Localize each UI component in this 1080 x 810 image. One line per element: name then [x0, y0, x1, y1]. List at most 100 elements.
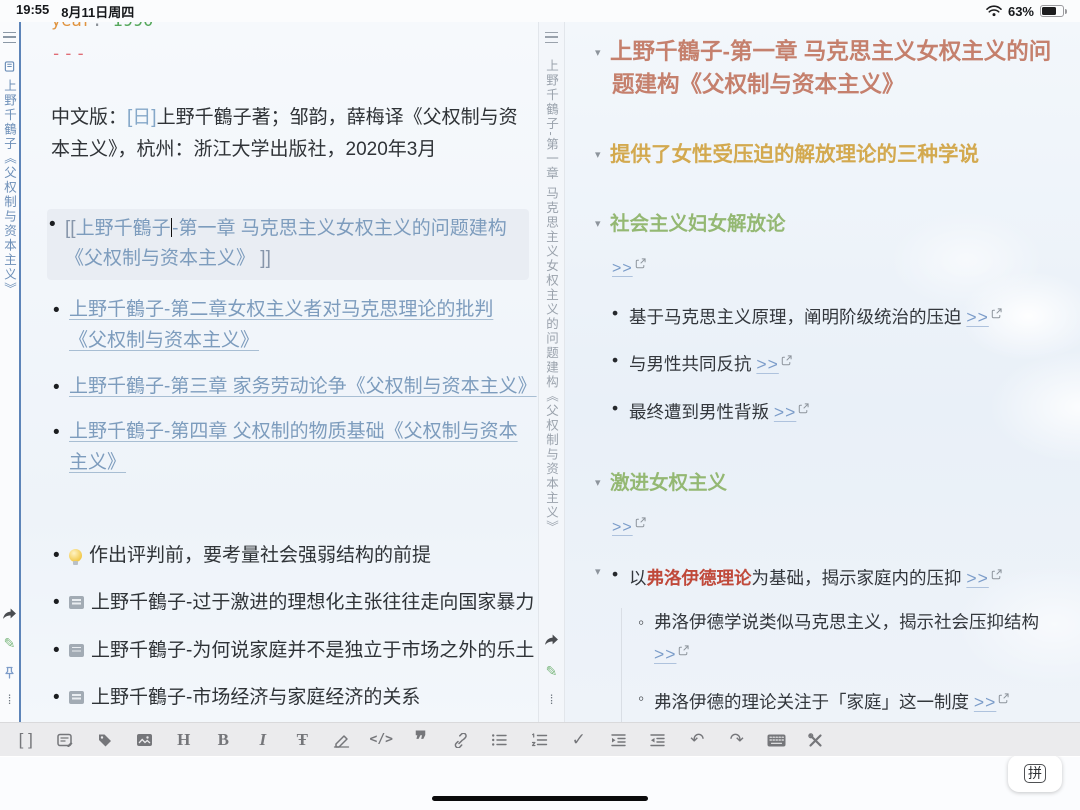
date: 8月11日周四: [61, 4, 135, 20]
menu-icon[interactable]: [3, 32, 16, 43]
external-link-icon: [678, 640, 690, 660]
ipad-screen: 19:55 8月11日周四 63% 上野千鶴子《父权制与资本主义》 ✎ ⁞ --…: [0, 0, 1080, 810]
numbered-list-button[interactable]: [520, 723, 560, 757]
more-options-icon[interactable]: ⁞: [550, 693, 554, 706]
collapse-icon[interactable]: ▾: [595, 476, 610, 489]
block-ref-link[interactable]: >>: [966, 307, 988, 327]
italic-button[interactable]: I: [243, 723, 283, 757]
share-icon[interactable]: [544, 634, 559, 646]
more-options-icon[interactable]: ⁞: [8, 693, 12, 706]
menu-icon[interactable]: [545, 32, 558, 43]
collapse-icon[interactable]: ▾: [595, 564, 610, 581]
right-note-rail: 上野千鶴子-第一章 马克思主义女权主义的问题建构《父权制与资本主义》 ✎ ⁞: [538, 22, 565, 722]
image-button[interactable]: [125, 723, 165, 757]
block-ref-link[interactable]: >>: [966, 568, 988, 588]
note-doc-icon: [69, 596, 84, 610]
left-note-title[interactable]: 上野千鶴子《父权制与资本主义》: [0, 79, 19, 297]
link-button[interactable]: [441, 723, 481, 757]
note-link[interactable]: 作出评判前，要考量社会强弱结构的前提: [89, 545, 431, 566]
block-ref-line: >>: [612, 256, 1062, 278]
chapter-link[interactable]: 上野千鶴子-第四章 父权制的物质基础《父权制与资本主义》: [69, 421, 518, 473]
pinyin-glyph: 拼: [1024, 764, 1046, 783]
outline-h3-radical: ▾ 激进女权主义: [595, 471, 728, 494]
external-link-icon: [998, 688, 1009, 708]
redo-button[interactable]: ↷: [717, 723, 757, 757]
bulb-icon: [69, 548, 82, 565]
external-link-icon: [781, 350, 792, 370]
pinyin-keyboard-button[interactable]: 拼: [1008, 755, 1062, 792]
left-note-rail: 上野千鶴子《父权制与资本主义》 ✎ ⁞: [0, 22, 21, 722]
book-citation: 中文版：[日]上野千鶴子著；邹韵，薛梅译《父权制与资本主义》，杭州：浙江大学出版…: [51, 107, 518, 161]
block-ref-link[interactable]: >>: [654, 644, 676, 664]
note-item: 上野千鶴子-过于激进的理想化主张往往走向国家暴力: [51, 588, 538, 619]
outdent-button[interactable]: [638, 723, 678, 757]
markdown-toolbar: [ ] H B I Ŧ </> ❞ ✓ ↶ ↷: [0, 722, 1080, 756]
strikethrough-button[interactable]: Ŧ: [283, 723, 323, 757]
tag-button[interactable]: [85, 723, 125, 757]
country-tag: [日]: [127, 107, 157, 128]
outline-bullets: 基于马克思主义原理，阐明阶级统治的压迫 >> 与男性共同反抗 >> 最终遭到男性…: [612, 300, 1062, 425]
collapse-icon[interactable]: ▾: [595, 148, 610, 161]
keyboard-button[interactable]: [757, 723, 797, 757]
edit-pencil-icon[interactable]: ✎: [4, 636, 16, 650]
external-link-icon: [798, 398, 809, 418]
outline-bullet-freud: ▾以弗洛伊德理论为基础，揭示家庭内的压抑 >>: [595, 561, 1062, 592]
right-note-title[interactable]: 上野千鶴子-第一章 马克思主义女权主义的问题建构《父权制与资本主义》: [542, 59, 561, 529]
block-ref-link[interactable]: >>: [774, 402, 796, 422]
chapter-item: 上野千鶴子-第二章女权主义者对马克思理论的批判《父权制与资本主义》: [51, 295, 529, 357]
undo-button[interactable]: ↶: [678, 723, 718, 757]
highlighter-button[interactable]: [322, 723, 362, 757]
bottom-bar: 拼: [0, 755, 1080, 810]
note-doc-icon: [69, 691, 84, 705]
clock: 19:55: [16, 1, 50, 17]
collapse-icon[interactable]: ▾: [595, 46, 610, 62]
external-link-icon: [991, 564, 1002, 584]
share-icon[interactable]: [2, 608, 17, 620]
related-note-list: 作出评判前，要考量社会强弱结构的前提 上野千鶴子-过于激进的理想化主张往往走向国…: [51, 541, 538, 722]
book-icon: [4, 59, 15, 77]
note-doc-icon: [69, 643, 84, 657]
block-ref-link[interactable]: >>: [974, 692, 996, 712]
outline-h1: ▾ 上野千鶴子-第一章 马克思主义女权主义的问题建构《父权制与资本主义》: [595, 39, 1052, 97]
status-bar: 19:55 8月11日周四 63%: [0, 0, 1080, 22]
frontmatter-year: year: 1990: [51, 22, 516, 31]
outline-bullet: 基于马克思主义原理，阐明阶级统治的压迫 >>: [612, 300, 1062, 331]
bold-button[interactable]: B: [204, 723, 244, 757]
tools-button[interactable]: [796, 723, 836, 757]
brackets-button[interactable]: [ ]: [6, 723, 46, 757]
home-indicator[interactable]: [432, 795, 648, 801]
outline-pane[interactable]: ▾ 上野千鶴子-第一章 马克思主义女权主义的问题建构《父权制与资本主义》 ▾ 提供了…: [565, 22, 1080, 722]
note-link[interactable]: 上野千鶴子-过于激进的理想化主张往往走向国家暴力: [91, 592, 534, 613]
collapse-icon[interactable]: ▾: [595, 217, 610, 230]
code-button[interactable]: </>: [362, 723, 402, 757]
block-ref-link[interactable]: >>: [612, 260, 633, 277]
external-link-icon: [635, 515, 646, 532]
note-item: 作出评判前，要考量社会强弱结构的前提: [51, 541, 538, 572]
battery-percent: 63%: [1007, 3, 1034, 19]
note-item: 上野千鶴子-市场经济与家庭经济的关系: [51, 683, 538, 714]
chapter-link[interactable]: 上野千鶴子-第三章 家务劳动论争《父权制与资本主义》: [69, 376, 537, 397]
chapter-item: 上野千鶴子-第四章 父权制的物质基础《父权制与资本主义》: [51, 417, 529, 479]
quote-button[interactable]: ❞: [401, 725, 441, 755]
outline-bullet: 最终遭到男性背叛 >>: [612, 395, 1062, 426]
pin-icon[interactable]: [3, 666, 16, 680]
chapter-link[interactable]: 上野千鶴子-第二章女权主义者对马克思理论的批判《父权制与资本主义》: [69, 299, 493, 351]
block-ref-link[interactable]: >>: [612, 519, 633, 536]
indent-button[interactable]: [599, 723, 639, 757]
editor-pane[interactable]: year: 1990 --- 中文版：[日]上野千鶴子著；邹韵，薛梅译《父权制与…: [21, 22, 538, 722]
chapter-item-selected[interactable]: [[上野千鶴子-第一章 马克思主义女权主义的问题建构《父权制与资本主义》 ]]: [47, 208, 529, 281]
chapter-link-list: [[上野千鶴子-第一章 马克思主义女权主义的问题建构《父权制与资本主义》 ]] …: [47, 208, 537, 479]
block-ref-link[interactable]: >>: [756, 354, 778, 374]
edit-pencil-icon[interactable]: ✎: [546, 664, 558, 678]
note-link[interactable]: 上野千鶴子-为何说家庭并不是独立于市场之外的乐土: [91, 640, 534, 661]
outline-sub-bullet: 弗洛伊德的理论关注于「家庭」这一制度 >>: [638, 684, 1062, 716]
outline-sub-bullets: 弗洛伊德学说类似马克思主义，揭示社会压抑结构 >> 弗洛伊德的理论关注于「家庭」…: [621, 607, 1062, 722]
task-check-button[interactable]: ✓: [559, 723, 599, 757]
heading-button[interactable]: H: [164, 723, 204, 757]
split-view: 上野千鶴子《父权制与资本主义》 ✎ ⁞ year:: [0, 22, 1080, 722]
note-template-button[interactable]: [46, 723, 86, 757]
note-link[interactable]: 上野千鶴子-市场经济与家庭经济的关系: [91, 687, 420, 708]
highlighted-term: 弗洛伊德理论: [646, 567, 752, 588]
block-ref-line: >>: [612, 515, 1062, 537]
bullet-list-button[interactable]: [480, 723, 520, 757]
